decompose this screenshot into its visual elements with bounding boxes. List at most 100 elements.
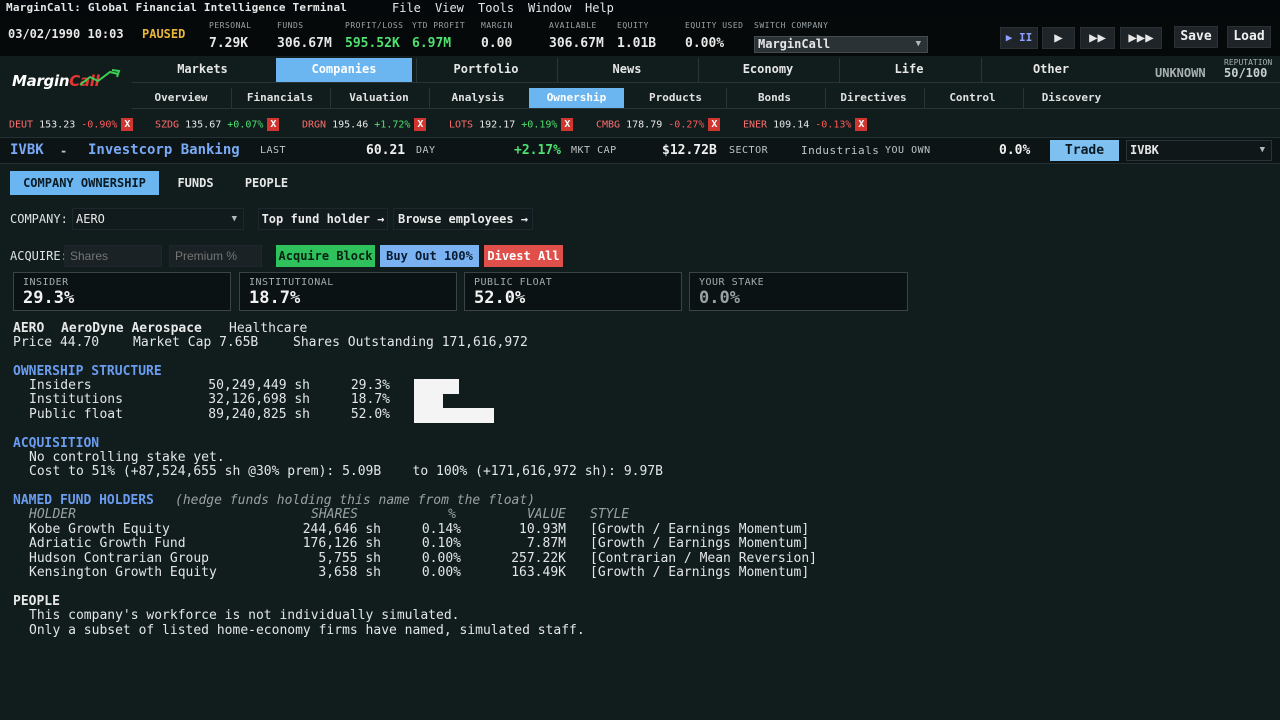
people-note-2: Only a subset of listed home-economy fir… [29, 623, 585, 638]
fund-holder-shares: 244,646 sh [302, 522, 381, 537]
structure-row-pct: 29.3% [350, 378, 390, 393]
close-icon[interactable]: X [121, 118, 134, 131]
menu-view[interactable]: View [435, 1, 464, 15]
company-name: Investcorp Banking [88, 142, 240, 158]
card-value: 0.0% [699, 288, 740, 308]
subnav-divider [1023, 88, 1024, 108]
buy-out-button[interactable]: Buy Out 100% [380, 245, 479, 267]
browse-employees-button[interactable]: Browse employees → [393, 208, 533, 230]
ticker-symbol: DEUT [9, 119, 34, 131]
subtab-directives[interactable]: Directives [826, 88, 921, 108]
ticker-item[interactable]: CMBG 178.79 -0.27% X [596, 118, 721, 131]
subtab-analysis[interactable]: Analysis [431, 88, 525, 108]
ownership-bar-insiders [414, 379, 459, 394]
ticker-item[interactable]: LOTS 192.17 +0.19% X [449, 118, 574, 131]
company-dropdown[interactable]: AERO ▼ [72, 208, 244, 230]
fastest-button[interactable]: ▶▶▶ [1120, 27, 1162, 49]
structure-row-name: Insiders [29, 378, 92, 393]
menu-tools[interactable]: Tools [478, 1, 514, 15]
stat-value-available: 306.67M [549, 36, 604, 51]
fund-holder-name: Adriatic Growth Fund [29, 536, 186, 551]
ticker-symbol: SZDG [155, 119, 180, 131]
ticker-item[interactable]: SZDG 135.67 +0.07% X [155, 118, 280, 131]
subtab-products[interactable]: Products [628, 88, 723, 108]
ticker-price: 178.79 [626, 119, 663, 131]
trade-button[interactable]: Trade [1050, 140, 1119, 161]
stat-value-funds: 306.67M [277, 36, 332, 51]
subtab-overview[interactable]: Overview [134, 88, 228, 108]
subtab-valuation[interactable]: Valuation [332, 88, 426, 108]
fund-holder-name: Kobe Growth Equity [29, 522, 170, 537]
tab-other[interactable]: Other [983, 58, 1119, 82]
subnav-divider [825, 88, 826, 108]
tab-funds[interactable]: FUNDS [166, 171, 225, 195]
tab-portfolio[interactable]: Portfolio [418, 58, 554, 82]
subtab-ownership[interactable]: Ownership [529, 88, 624, 108]
shares-input[interactable] [64, 245, 162, 267]
tab-news[interactable]: News [559, 58, 695, 82]
nav-divider [416, 58, 417, 82]
play-button[interactable]: ▶ [1042, 27, 1075, 49]
target-sector: Healthcare [229, 321, 308, 336]
subtab-discovery[interactable]: Discovery [1024, 88, 1119, 108]
nav-separator [132, 82, 1280, 83]
structure-row-shares: 89,240,825 sh [208, 407, 310, 422]
fund-holder-value: 7.87M [526, 536, 566, 551]
col-header-holder: HOLDER [29, 507, 76, 522]
switch-company-select[interactable]: MarginCall ▼ [754, 36, 928, 53]
ticker-item[interactable]: DEUT 153.23 -0.90% X [9, 118, 134, 131]
save-button[interactable]: Save [1174, 26, 1218, 48]
card-label: YOUR STAKE [699, 277, 765, 288]
stat-value-personal: 7.29K [209, 36, 249, 51]
card-label: PUBLIC FLOAT [474, 277, 553, 288]
fund-holder-value: 163.49K [511, 565, 566, 580]
fund-holder-shares: 5,755 sh [318, 551, 381, 566]
close-icon[interactable]: X [855, 118, 868, 131]
public-float-card: PUBLIC FLOAT 52.0% [464, 272, 682, 311]
close-icon[interactable]: X [561, 118, 574, 131]
acquisition-status: No controlling stake yet. [29, 450, 225, 465]
tab-people[interactable]: PEOPLE [233, 171, 300, 195]
sector-label: SECTOR [729, 145, 769, 156]
target-mktcap: Market Cap 7.65B [133, 335, 259, 350]
tab-companies[interactable]: Companies [276, 58, 412, 82]
menu-window[interactable]: Window [528, 1, 571, 15]
load-button[interactable]: Load [1227, 26, 1271, 48]
menu-help[interactable]: Help [585, 1, 614, 15]
ownership-bar-public-float [414, 408, 494, 423]
last-label: LAST [260, 145, 287, 156]
premium-input[interactable] [169, 245, 262, 267]
ticker-price: 135.67 [185, 119, 222, 131]
ticker-symbol: DRGN [302, 119, 327, 131]
close-icon[interactable]: X [708, 118, 721, 131]
tab-company-ownership[interactable]: COMPANY OWNERSHIP [10, 171, 159, 195]
close-icon[interactable]: X [267, 118, 280, 131]
acquire-block-button[interactable]: Acquire Block [276, 245, 375, 267]
close-icon[interactable]: X [414, 118, 427, 131]
symbol-select[interactable]: IVBK ▼ [1126, 140, 1272, 161]
subtab-bonds[interactable]: Bonds [727, 88, 822, 108]
structure-row-name: Public float [29, 407, 123, 422]
pause-button[interactable]: ▶ II [1000, 27, 1038, 49]
tab-life[interactable]: Life [841, 58, 977, 82]
subtab-control[interactable]: Control [925, 88, 1020, 108]
structure-row-shares: 50,249,449 sh [208, 378, 310, 393]
stat-value-equity-used: 0.00% [685, 36, 725, 51]
ticker-item[interactable]: ENER 109.14 -0.13% X [743, 118, 868, 131]
subtab-financials[interactable]: Financials [233, 88, 327, 108]
sector-value: Industrials [801, 144, 880, 157]
fund-holder-value: 10.93M [519, 522, 566, 537]
ticker-price: 153.23 [39, 119, 76, 131]
divest-all-button[interactable]: Divest All [484, 245, 563, 267]
fund-holder-pct: 0.14% [421, 522, 461, 537]
stat-label-funds: FUNDS [277, 21, 304, 30]
tab-markets[interactable]: Markets [134, 58, 271, 82]
tab-economy[interactable]: Economy [700, 58, 836, 82]
ticker-item[interactable]: DRGN 195.46 +1.72% X [302, 118, 427, 131]
top-fund-holder-button[interactable]: Top fund holder → [258, 208, 388, 230]
fund-holder-name: Kensington Growth Equity [29, 565, 217, 580]
game-date: 03/02/1990 10:03 [8, 27, 124, 41]
menu-file[interactable]: File [392, 1, 421, 15]
fast-forward-button[interactable]: ▶▶ [1080, 27, 1115, 49]
stat-label-available: AVAILABLE [549, 21, 597, 30]
